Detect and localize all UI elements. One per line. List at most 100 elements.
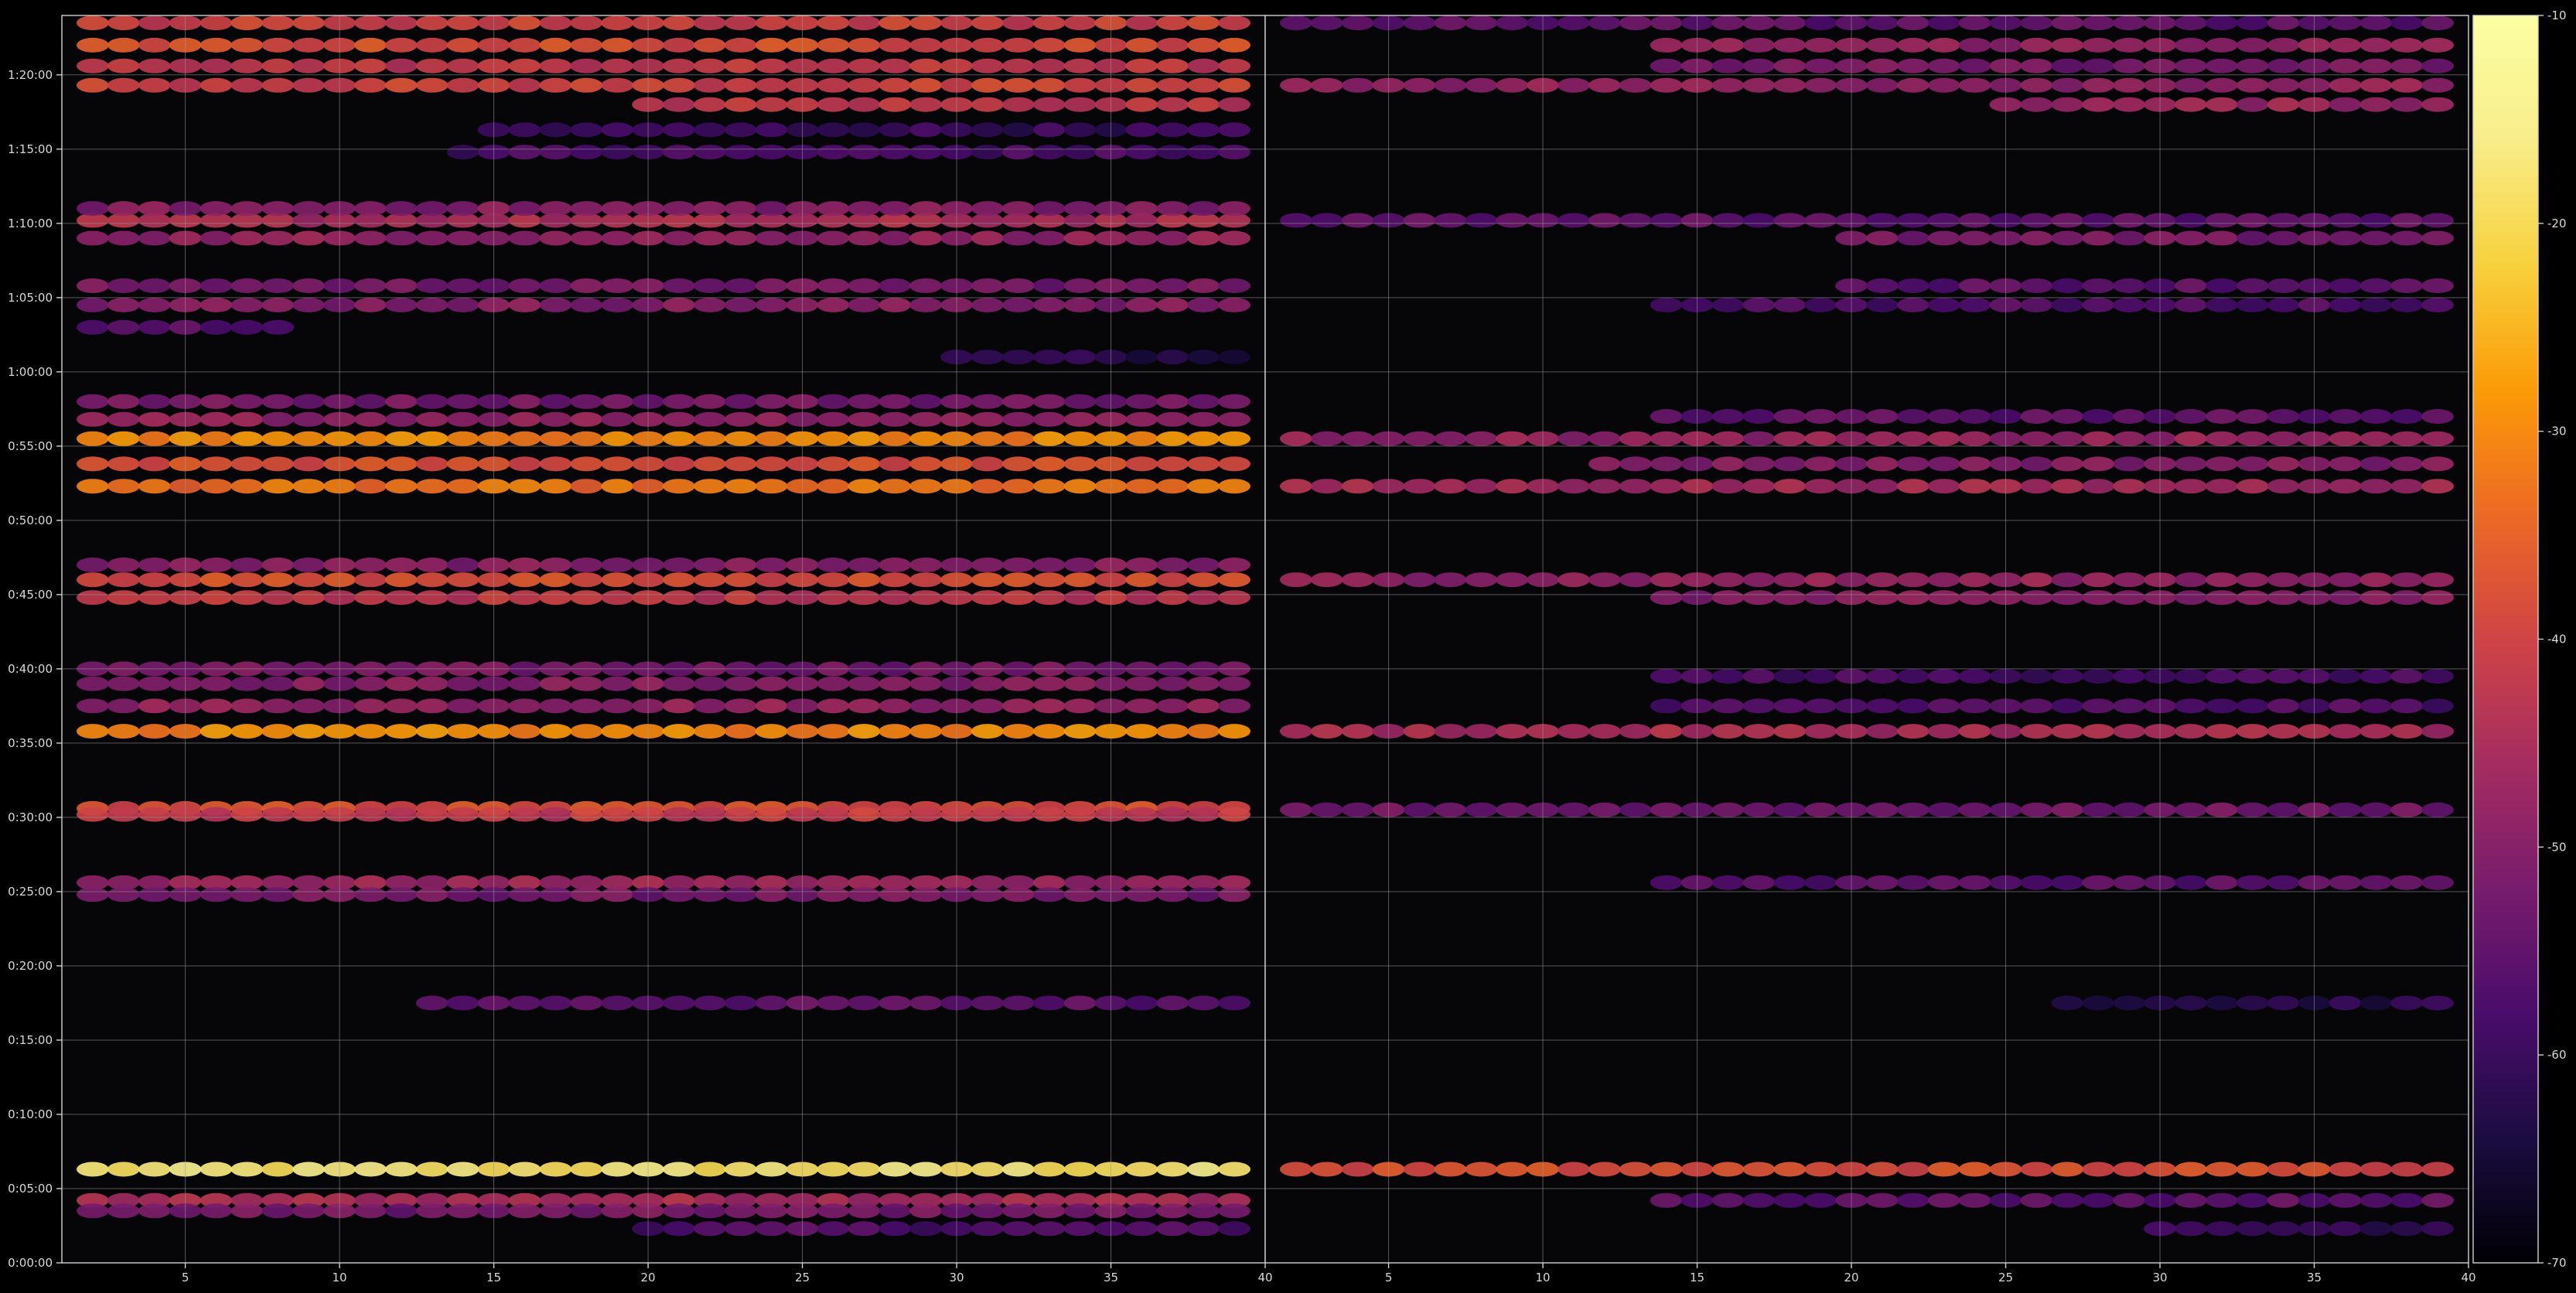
heatmap-cell (570, 676, 603, 691)
heatmap-cell (508, 37, 541, 53)
heatmap-cell (1218, 456, 1250, 472)
heatmap-cell (2329, 590, 2362, 606)
heatmap-cell (77, 230, 109, 246)
heatmap-cell (909, 1162, 942, 1177)
heatmap-cell (2082, 409, 2115, 424)
heatmap-cell (755, 394, 788, 409)
heatmap-cell (1063, 572, 1097, 588)
heatmap-cell (1434, 572, 1467, 588)
heatmap-cell (1742, 479, 1776, 494)
heatmap-cell (1187, 77, 1220, 93)
heatmap-cell (415, 887, 449, 902)
heatmap-cell (848, 15, 881, 31)
heatmap-cell (909, 297, 942, 312)
heatmap-cell (2113, 409, 2146, 424)
heatmap-cell (508, 995, 541, 1011)
heatmap-cell (693, 590, 726, 606)
heatmap-cell (601, 411, 634, 427)
heatmap-cell (817, 887, 850, 902)
heatmap-cell (2236, 572, 2269, 588)
heatmap-cell (663, 698, 695, 714)
heatmap-cell (77, 58, 109, 73)
heatmap-cell (508, 145, 541, 160)
heatmap-cell (261, 724, 295, 739)
heatmap-cell (2113, 669, 2146, 684)
heatmap-cell (1711, 456, 1745, 472)
heatmap-cell (77, 37, 109, 53)
heatmap-cell (601, 887, 634, 902)
heatmap-cell (539, 456, 572, 472)
heatmap-cell (138, 807, 171, 822)
heatmap-cell (1310, 724, 1343, 739)
heatmap-cell (2329, 37, 2362, 53)
heatmap-cell (1650, 58, 1683, 73)
heatmap-cell (415, 431, 449, 446)
heatmap-cell (1001, 887, 1035, 902)
heatmap-cell (1927, 213, 1960, 228)
heatmap-cell (1125, 431, 1158, 446)
heatmap-cell (1650, 456, 1683, 472)
heatmap-cell (601, 297, 634, 312)
heatmap-cell (2267, 97, 2300, 112)
heatmap-cell (1958, 590, 1991, 606)
heatmap-cell (1187, 698, 1220, 714)
heatmap-cell (1187, 724, 1220, 739)
heatmap-cell (2390, 37, 2424, 53)
heatmap-cell (755, 278, 788, 293)
heatmap-cell (1896, 431, 1929, 446)
heatmap-cell (755, 676, 788, 691)
heatmap-cell (1804, 15, 1837, 31)
heatmap-cell (1650, 1192, 1683, 1208)
heatmap-cell (909, 15, 942, 31)
heatmap-cell (1619, 572, 1652, 588)
heatmap-cell (2082, 802, 2115, 817)
heatmap-cell (1434, 431, 1467, 446)
heatmap-cell (138, 572, 171, 588)
heatmap-cell (755, 1221, 788, 1237)
heatmap-cell (1711, 431, 1745, 446)
heatmap-cell (508, 558, 541, 572)
heatmap-cell (77, 1203, 109, 1219)
heatmap-cell (446, 201, 479, 217)
heatmap-cell (2051, 278, 2084, 293)
heatmap-cell (1280, 724, 1312, 739)
heatmap-cell (1156, 37, 1189, 53)
heatmap-cell (2051, 698, 2084, 714)
heatmap-cell (879, 456, 912, 472)
y-tick-label: 0:45:00 (8, 588, 53, 602)
heatmap-cell (971, 1221, 1004, 1237)
heatmap-cell (261, 558, 295, 572)
heatmap-cell (2175, 456, 2207, 472)
heatmap-cell (971, 58, 1004, 73)
heatmap-cell (693, 572, 726, 588)
heatmap-cell (1958, 1162, 1991, 1177)
left-panel: 5 10 15 20 25 30 35 40 (61, 15, 1273, 1284)
heatmap-cell (879, 145, 912, 160)
heatmap-cell (2421, 1192, 2455, 1208)
heatmap-cell (1927, 278, 1960, 293)
heatmap-cell (663, 1221, 695, 1237)
heatmap-cell (200, 15, 233, 31)
heatmap-cell (354, 37, 387, 53)
heatmap-cell (446, 479, 479, 494)
heatmap-cell (1032, 122, 1066, 138)
heatmap-cell (1927, 1162, 1960, 1177)
heatmap-cell (2421, 479, 2455, 494)
heatmap-cell (2020, 802, 2053, 817)
heatmap-cell (1804, 1192, 1837, 1208)
heatmap-cell (1711, 15, 1745, 31)
heatmap-cell (508, 122, 541, 138)
heatmap-cell (1896, 669, 1929, 684)
heatmap-cell (1032, 590, 1066, 606)
heatmap-cell (2329, 77, 2362, 93)
heatmap-cell (1927, 297, 1960, 312)
heatmap-cell (1187, 887, 1220, 902)
heatmap-cell (1896, 1162, 1929, 1177)
heatmap-cell (2421, 572, 2455, 588)
heatmap-cell (601, 479, 634, 494)
heatmap-cell (1187, 201, 1220, 217)
heatmap-cell (1187, 1162, 1220, 1177)
heatmap-cell (1032, 724, 1066, 739)
heatmap-cell (230, 230, 264, 246)
heatmap-cell (446, 1162, 479, 1177)
